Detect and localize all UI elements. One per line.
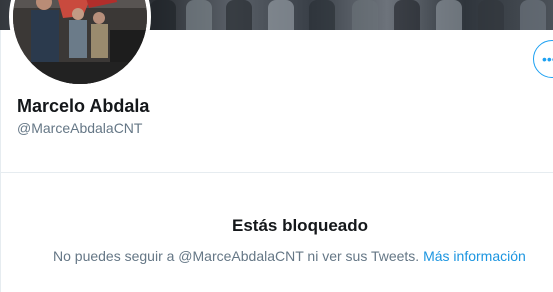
- more-dots-icon: •••: [542, 51, 553, 67]
- blocked-title: Estás bloqueado: [231, 216, 369, 235]
- profile-avatar[interactable]: [9, 0, 151, 88]
- blocked-message: No puedes seguir a @MarceAbdalaCNT ni ve…: [53, 248, 420, 264]
- avatar-photo: [13, 0, 147, 84]
- page-left-border: [0, 0, 1, 292]
- profile-screen-name: @MarceAbdalaCNT: [17, 120, 143, 136]
- blocked-message-line: No puedes seguir a @MarceAbdalaCNT ni ve…: [53, 248, 526, 264]
- profile-display-name: Marcelo Abdala: [17, 96, 150, 116]
- section-divider: [0, 172, 553, 173]
- more-options-button[interactable]: •••: [533, 40, 553, 78]
- learn-more-link[interactable]: Más información: [423, 248, 526, 264]
